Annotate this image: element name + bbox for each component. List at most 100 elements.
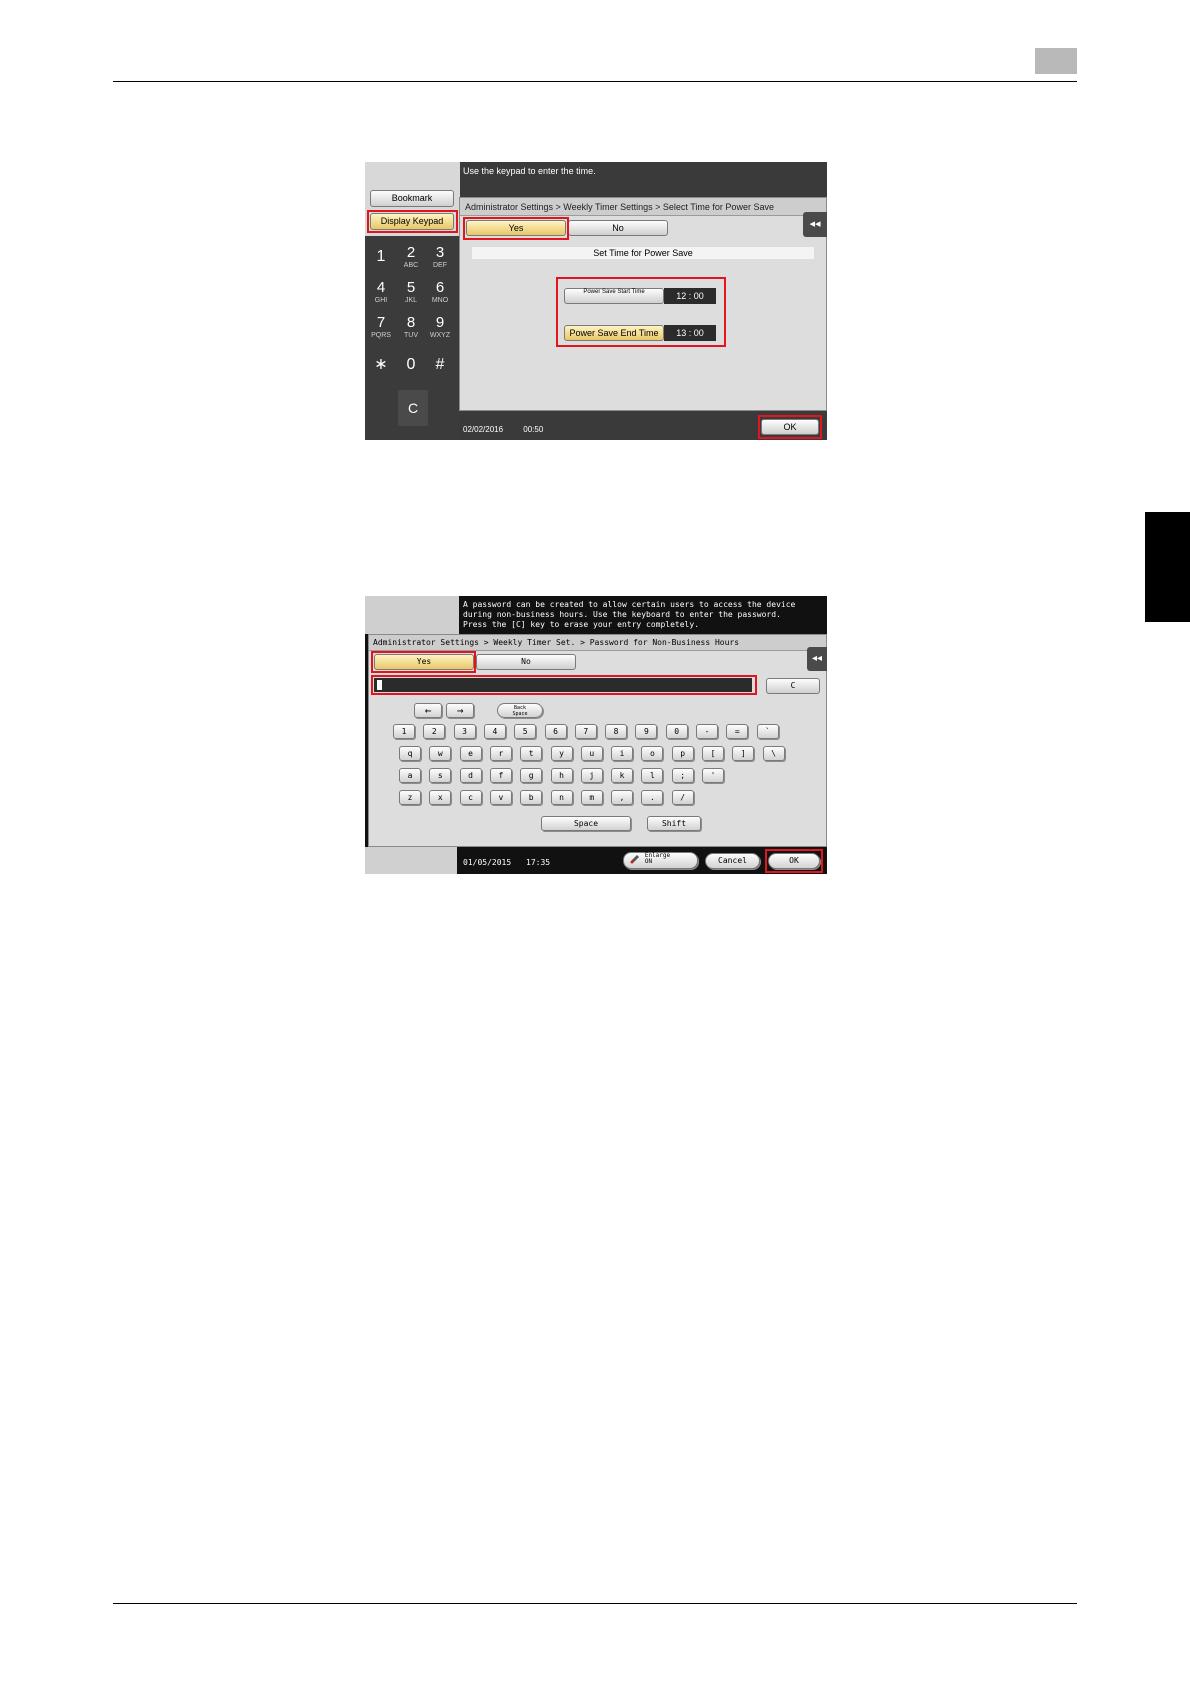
keyboard-key[interactable]: l: [641, 768, 664, 783]
keypad-clear-key[interactable]: C: [398, 390, 428, 426]
keypad-key-7[interactable]: 7 PQRS: [366, 310, 396, 344]
cancel-button[interactable]: Cancel: [705, 853, 760, 869]
keyboard-key[interactable]: 7: [574, 724, 597, 739]
keyboard-key[interactable]: u: [580, 746, 603, 761]
keypad-key-digit: #: [435, 356, 445, 373]
password-non-business-screen: A password can be created to allow certa…: [365, 596, 827, 874]
keyboard-key[interactable]: b: [520, 790, 543, 805]
page-number-tab: [1035, 48, 1077, 74]
keyboard-key[interactable]: e: [459, 746, 482, 761]
clear-button[interactable]: C: [766, 678, 820, 694]
cursor-left-button[interactable]: ←: [414, 703, 442, 718]
keypad-key-letters: DEF: [433, 262, 447, 269]
keypad-key-letters: ABC: [403, 262, 419, 269]
keyboard-key[interactable]: p: [671, 746, 694, 761]
status-date: 01/05/2015: [463, 858, 512, 867]
keyboard-key[interactable]: -: [696, 724, 718, 739]
chapter-thumb-tab: [1145, 512, 1190, 622]
keyboard-key[interactable]: i: [611, 746, 634, 761]
keyboard-key[interactable]: x: [429, 790, 452, 805]
password-panel: Administrator Settings > Weekly Timer Se…: [368, 634, 827, 847]
keyboard-key[interactable]: h: [550, 768, 573, 783]
enlarge-button[interactable]: Enlarge ON: [623, 852, 698, 869]
keyboard-key[interactable]: 8: [605, 724, 628, 739]
keyboard-key[interactable]: 5: [514, 724, 537, 739]
keyboard-key[interactable]: ;: [671, 768, 694, 783]
header-rule: [113, 81, 1077, 82]
keyboard-key[interactable]: d: [459, 768, 482, 783]
keyboard-key[interactable]: `: [756, 724, 779, 739]
keypad-key-digit: 7: [376, 314, 386, 331]
collapse-panel-icon[interactable]: ◂◂: [807, 647, 827, 671]
keyboard-key[interactable]: s: [429, 768, 452, 783]
keyboard-key[interactable]: z: [399, 790, 421, 805]
bookmark-button[interactable]: Bookmark: [370, 190, 454, 207]
highlight-yes: [463, 217, 569, 240]
keyboard-key[interactable]: =: [726, 724, 749, 739]
highlight-password-input: [371, 675, 757, 695]
keyboard-key[interactable]: \: [762, 746, 785, 761]
keyboard-key[interactable]: 6: [544, 724, 567, 739]
enlarge-label: Enlarge ON: [644, 852, 671, 865]
highlight-yes: [371, 651, 476, 673]
keypad-key-12[interactable]: #: [425, 348, 455, 382]
keyboard-key[interactable]: j: [580, 768, 603, 783]
keyboard-key[interactable]: r: [489, 746, 512, 761]
breadcrumb: Administrator Settings > Weekly Timer Se…: [369, 635, 826, 651]
pen-icon: [630, 855, 639, 864]
keyboard-key[interactable]: .: [641, 790, 664, 805]
keyboard-key[interactable]: 9: [635, 724, 658, 739]
status-date: 02/02/2016: [463, 425, 504, 434]
keyboard-key[interactable]: ': [702, 768, 724, 783]
keypad-key-8[interactable]: 8 TUV: [396, 310, 426, 344]
keypad-key-digit: 0: [406, 356, 416, 373]
keypad-key-letters: GHI: [374, 297, 388, 304]
screen-message: A password can be created to allow certa…: [463, 600, 796, 629]
collapse-panel-icon[interactable]: ◂◂: [803, 212, 827, 237]
keyboard-key[interactable]: /: [671, 790, 694, 805]
no-button[interactable]: No: [568, 220, 668, 236]
keyboard-key[interactable]: 2: [423, 724, 446, 739]
cursor-right-button[interactable]: →: [446, 703, 474, 718]
keyboard-key[interactable]: y: [550, 746, 573, 761]
keypad-key-letters: TUV: [404, 332, 418, 339]
keyboard-key[interactable]: o: [641, 746, 664, 761]
keypad-key-2[interactable]: 2 ABC: [396, 240, 426, 274]
keyboard-key[interactable]: m: [580, 790, 603, 805]
highlight-ok: [765, 849, 823, 873]
keyboard-key[interactable]: k: [611, 768, 634, 783]
keypad-panel: Bookmark Display Keypad 1 2 ABC 3 DEF 4 GHI 5 JK…: [365, 162, 460, 440]
keypad-key-digit: 4: [376, 279, 386, 296]
keyboard-key[interactable]: c: [459, 790, 482, 805]
keyboard-key[interactable]: w: [429, 746, 452, 761]
keyboard-key[interactable]: g: [520, 768, 543, 783]
keyboard-key[interactable]: [: [702, 746, 724, 761]
keypad-key-6[interactable]: 6 MNO: [425, 275, 455, 309]
keypad-key-1[interactable]: 1: [366, 240, 396, 274]
keypad-key-4[interactable]: 4 GHI: [366, 275, 396, 309]
keyboard-key[interactable]: t: [520, 746, 543, 761]
keyboard-key[interactable]: n: [550, 790, 573, 805]
keypad-key-5[interactable]: 5 JKL: [396, 275, 426, 309]
backspace-button[interactable]: Back Space: [497, 703, 543, 718]
keyboard-key[interactable]: q: [399, 746, 421, 761]
space-key[interactable]: Space: [541, 816, 631, 831]
keyboard-key[interactable]: f: [489, 768, 512, 783]
keyboard-key[interactable]: ,: [611, 790, 634, 805]
keypad-key-9[interactable]: 9 WXYZ: [425, 310, 455, 344]
breadcrumb: Administrator Settings > Weekly Timer Se…: [460, 198, 826, 216]
keypad-key-10[interactable]: ∗: [366, 348, 396, 382]
keypad-key-3[interactable]: 3 DEF: [425, 240, 455, 274]
keyboard-key[interactable]: ]: [732, 746, 755, 761]
keyboard-key[interactable]: 3: [453, 724, 476, 739]
keypad-key-11[interactable]: 0: [396, 348, 426, 382]
keyboard-key[interactable]: 0: [665, 724, 688, 739]
keyboard-key[interactable]: 4: [483, 724, 506, 739]
no-button[interactable]: No: [476, 654, 576, 670]
shift-key[interactable]: Shift: [647, 816, 701, 831]
highlight-time-settings: [556, 277, 726, 347]
status-bar: 02/02/2016 00:50: [463, 425, 561, 434]
keyboard-key[interactable]: v: [489, 790, 512, 805]
keyboard-key[interactable]: a: [399, 768, 421, 783]
keyboard-key[interactable]: 1: [393, 724, 415, 739]
